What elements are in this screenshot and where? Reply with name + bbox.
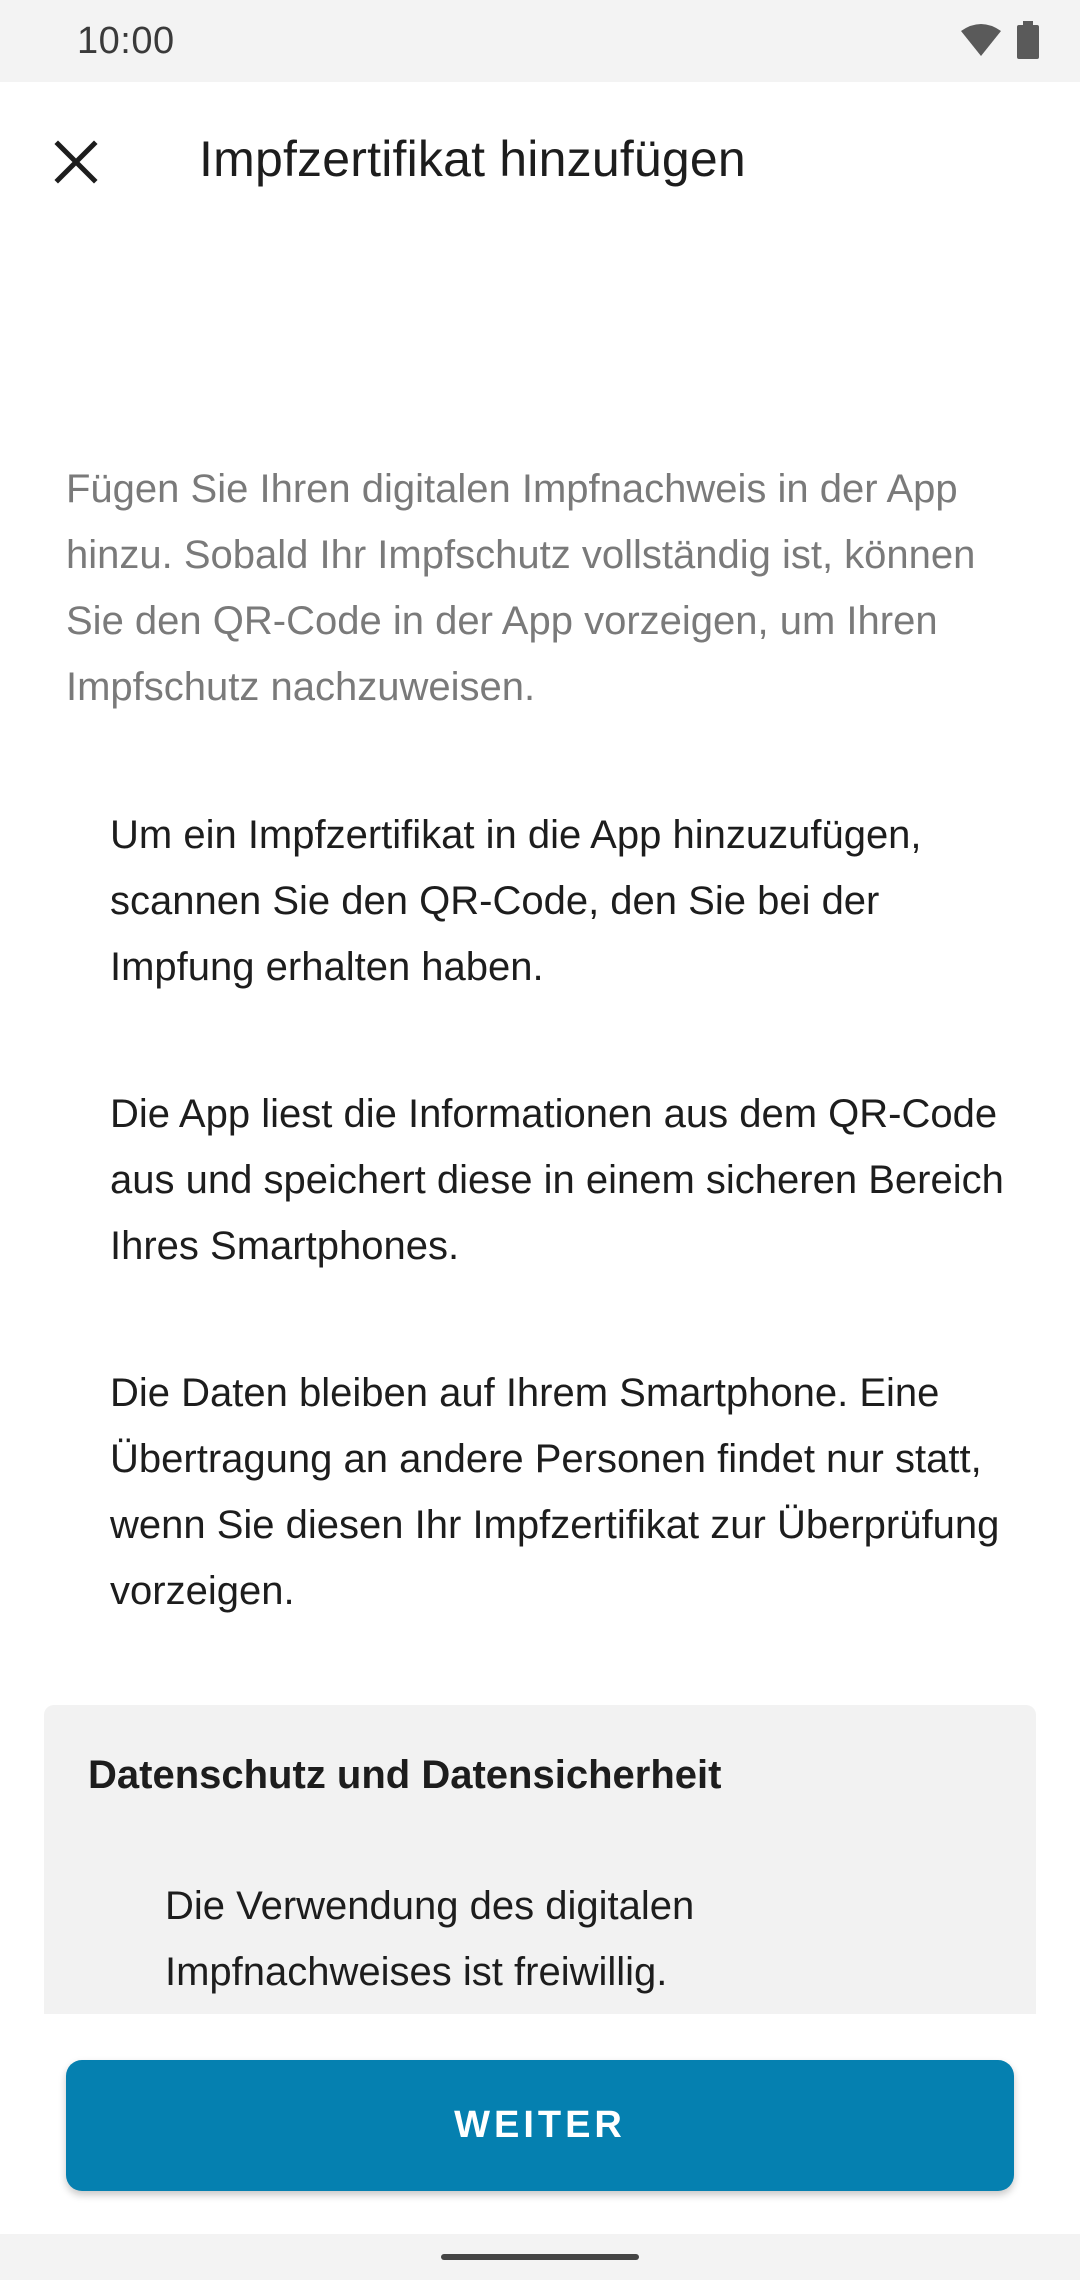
battery-icon — [1016, 20, 1040, 64]
status-bar: 10:00 — [0, 0, 1080, 82]
close-icon — [54, 139, 98, 189]
home-gesture-handle[interactable] — [441, 2254, 639, 2260]
close-button[interactable] — [36, 124, 116, 204]
privacy-item-voluntary: Die Verwendung des digitalen Impfnachwei… — [165, 1884, 695, 1994]
navigation-bar — [0, 2234, 1080, 2280]
info-item-scan: Um ein Impfzertifikat in die App hinzuzu… — [110, 813, 922, 989]
info-item-storage: Die App liest die Informationen aus dem … — [110, 1092, 1004, 1268]
info-item-data-local: Die Daten bleiben auf Ihrem Smartphone. … — [110, 1371, 1000, 1613]
scroll-content[interactable]: Fügen Sie Ihren digitalen Impfnachweis i… — [0, 242, 1080, 2014]
privacy-section: Datenschutz und Datensicherheit Die Verw… — [44, 1705, 1036, 2014]
status-icons — [960, 20, 1040, 64]
app-bar: Impfzertifikat hinzufügen — [0, 82, 1080, 242]
page-title: Impfzertifikat hinzufügen — [199, 131, 746, 187]
bottom-action-area: WEITER — [0, 2014, 1080, 2234]
privacy-title: Datenschutz und Datensicherheit — [88, 1753, 722, 1797]
continue-button[interactable]: WEITER — [66, 2060, 1014, 2191]
status-time: 10:00 — [77, 20, 175, 62]
intro-text: Fügen Sie Ihren digitalen Impfnachweis i… — [66, 467, 976, 709]
wifi-icon — [960, 23, 1002, 62]
